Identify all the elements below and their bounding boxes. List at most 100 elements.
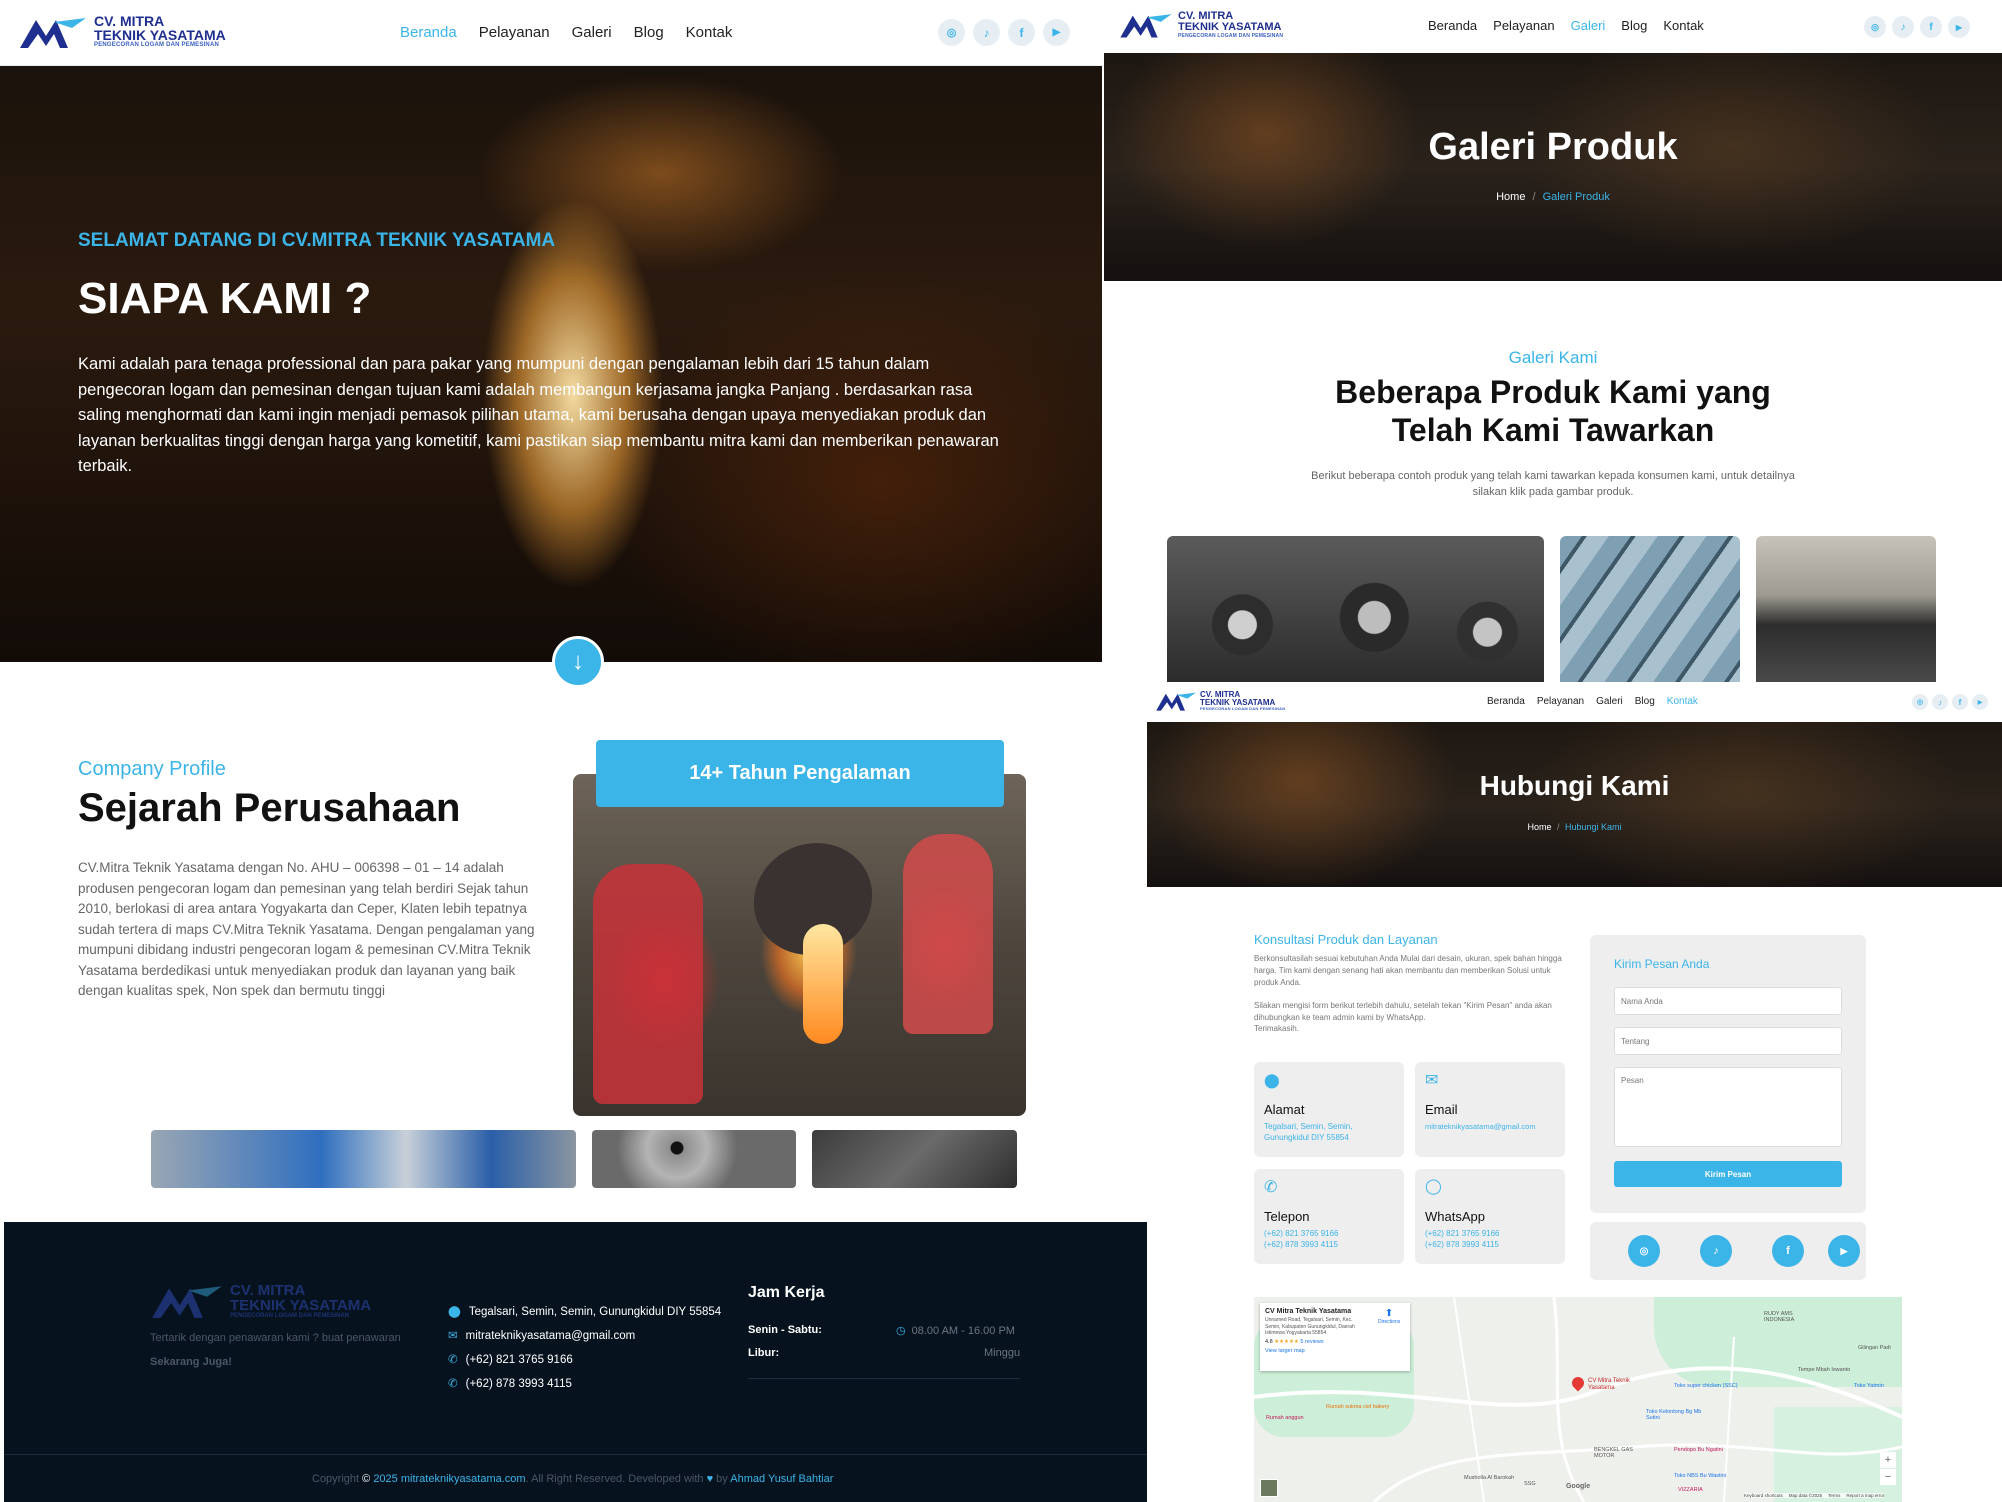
arrow-down-icon: ↓	[572, 648, 584, 675]
youtube-icon[interactable]: ▶	[1948, 16, 1970, 38]
map-place-address: Unnamed Road, Tegalsari, Semin, Kec. Sem…	[1265, 1317, 1355, 1336]
youtube-icon[interactable]: ▶	[1043, 19, 1070, 46]
gallery-logo-mark	[1120, 14, 1172, 38]
google-map[interactable]: CV Mitra Teknik Yasatama Unnamed Road, T…	[1254, 1297, 1902, 1502]
workers-photo	[573, 774, 1026, 1116]
product-thumb-2[interactable]	[592, 1130, 796, 1188]
email-link[interactable]: mitrateknikyasatama@gmail.com	[1425, 1122, 1536, 1131]
nav-galeri[interactable]: Galeri	[1571, 18, 1606, 33]
map-footer: Keyboard shortcuts Map data ©2025 Terms …	[1744, 1493, 1885, 1498]
consult-text-3: Terimakasih.	[1254, 1024, 1299, 1033]
footer-tagline: Tertarik dengan penawaran kami ? buat pe…	[150, 1332, 401, 1344]
gallery-product-1[interactable]	[1167, 536, 1544, 684]
heart-icon: ♥	[706, 1473, 714, 1485]
footer-contact-list: ⬤ Tegalsari, Semin, Semin, Gunungkidul DI…	[448, 1300, 721, 1396]
nav-beranda[interactable]: Beranda	[1487, 696, 1525, 707]
mail-icon: ✉	[448, 1330, 458, 1342]
nav-beranda[interactable]: Beranda	[400, 24, 457, 41]
nav-kontak[interactable]: Kontak	[1663, 18, 1703, 33]
footer-phone-2[interactable]: (+62) 878 3993 4115	[466, 1378, 572, 1390]
contact-logo-mark	[1156, 692, 1196, 711]
zoom-in-button[interactable]: +	[1880, 1452, 1896, 1468]
nav-pelayanan[interactable]: Pelayanan	[479, 24, 550, 41]
nav-beranda[interactable]: Beranda	[1428, 18, 1477, 33]
hero-section: SELAMAT DATANG DI CV.MITRA TEKNIK YASATA…	[0, 66, 1102, 662]
youtube-icon[interactable]: ▶	[1972, 694, 1988, 710]
footer-address: Tegalsari, Semin, Semin, Gunungkidul DIY…	[468, 1306, 722, 1318]
message-textarea[interactable]: Pesan	[1614, 1067, 1842, 1147]
footer-email[interactable]: mitrateknikyasatama@gmail.com	[466, 1330, 636, 1342]
subject-input[interactable]: Tentang	[1614, 1027, 1842, 1055]
footer-hours-1: 08.00 AM - 16.00 PM	[911, 1325, 1015, 1337]
copyright-site-link[interactable]: mitrateknikyasatama.com	[401, 1473, 526, 1485]
phone-icon: ✆	[448, 1354, 458, 1366]
nav-kontak[interactable]: Kontak	[686, 24, 733, 41]
contact-banner-title: Hubungi Kami	[1479, 770, 1670, 801]
product-thumb-3[interactable]	[812, 1130, 1017, 1188]
nav-galeri[interactable]: Galeri	[572, 24, 612, 41]
facebook-icon[interactable]: f	[1008, 19, 1035, 46]
instagram-icon[interactable]: ◎	[938, 19, 965, 46]
contact-brand-logo[interactable]: CV. MITRA TEKNIK YASATAMA PENGECORAN LOG…	[1155, 690, 1285, 712]
directions-button[interactable]: ⬆ Directions	[1378, 1308, 1400, 1325]
breadcrumb-current: Hubungi Kami	[1565, 822, 1622, 832]
instagram-icon[interactable]: ◎	[1628, 1235, 1660, 1267]
contact-breadcrumb: Home / Hubungi Kami	[1527, 822, 1622, 832]
gallery-banner-title: Galeri Produk	[1428, 126, 1678, 168]
map-pin-icon: ⬤	[448, 1306, 461, 1318]
footer-phone-1[interactable]: (+62) 821 3765 9166	[466, 1354, 573, 1366]
youtube-icon[interactable]: ▶	[1828, 1235, 1860, 1267]
brand-name-line1: CV. MITRA	[94, 13, 165, 30]
gallery-product-2[interactable]	[1560, 536, 1740, 684]
instagram-icon[interactable]: ◎	[1864, 16, 1886, 38]
view-larger-map-link[interactable]: View larger map	[1265, 1348, 1405, 1354]
gallery-page-screenshot: CV. MITRA TEKNIK YASATAMA PENGECORAN LOG…	[1104, 0, 2002, 684]
developer-link[interactable]: Ahmad Yusuf Bahtiar	[730, 1473, 833, 1485]
nav-blog[interactable]: Blog	[634, 24, 664, 41]
nav-blog[interactable]: Blog	[1621, 18, 1647, 33]
gallery-banner: Galeri Produk Home / Galeri Produk	[1104, 53, 2002, 281]
product-thumb-1[interactable]	[151, 1130, 576, 1188]
breadcrumb-home[interactable]: Home	[1496, 191, 1525, 203]
name-input[interactable]: Nama Anda	[1614, 987, 1842, 1015]
hours-divider	[748, 1378, 1020, 1379]
gallery-product-3[interactable]	[1756, 536, 1936, 684]
scroll-down-button[interactable]: ↓	[552, 636, 604, 688]
instagram-icon[interactable]: ◎	[1912, 694, 1928, 710]
contact-menu: Beranda Pelayanan Galeri Blog Kontak	[1487, 696, 1698, 707]
mail-icon: ✉	[1425, 1072, 1439, 1089]
zoom-out-button[interactable]: −	[1880, 1469, 1896, 1485]
footer-tagline-bold: Sekarang Juga!	[150, 1356, 232, 1368]
submit-button[interactable]: Kirim Pesan	[1614, 1161, 1842, 1187]
nav-galeri[interactable]: Galeri	[1596, 696, 1623, 707]
breadcrumb-home[interactable]: Home	[1527, 822, 1551, 832]
gallery-title-1: Beberapa Produk Kami yang	[1335, 374, 1771, 410]
nav-pelayanan[interactable]: Pelayanan	[1537, 696, 1584, 707]
info-card-whatsapp: ◯ WhatsApp (+62) 821 3765 9166 (+62) 878…	[1415, 1169, 1565, 1264]
gallery-social-links: ◎ ♪ f ▶	[1864, 16, 1970, 38]
tiktok-icon[interactable]: ♪	[973, 19, 1000, 46]
info-card-email: ✉ Email mitrateknikyasatama@gmail.com	[1415, 1062, 1565, 1157]
contact-form-card: Kirim Pesan Anda Nama Anda Tentang Pesan…	[1590, 935, 1866, 1213]
brand-logo[interactable]: CV. MITRA TEKNIK YASATAMA PENGECORAN LOG…	[18, 14, 226, 50]
facebook-icon[interactable]: f	[1920, 16, 1942, 38]
hero-kicker: SELAMAT DATANG DI CV.MITRA TEKNIK YASATA…	[78, 230, 556, 251]
facebook-icon[interactable]: f	[1952, 694, 1968, 710]
facebook-icon[interactable]: f	[1772, 1235, 1804, 1267]
nav-blog[interactable]: Blog	[1635, 696, 1655, 707]
brand-tagline: PENGECORAN LOGAM DAN PEMESINAN	[94, 42, 220, 49]
tiktok-icon[interactable]: ♪	[1892, 16, 1914, 38]
main-menu: Beranda Pelayanan Galeri Blog Kontak	[400, 24, 732, 41]
social-links: ◎ ♪ f ▶	[938, 19, 1070, 46]
nav-kontak[interactable]: Kontak	[1667, 696, 1698, 707]
map-layer-toggle[interactable]	[1260, 1479, 1278, 1497]
gallery-brand-logo[interactable]: CV. MITRA TEKNIK YASATAMA PENGECORAN LOG…	[1118, 11, 1283, 39]
footer-hours-2: Minggu	[984, 1347, 1021, 1359]
footer-divider	[4, 1454, 1147, 1455]
gallery-title-2: Telah Kami Tawarkan	[1391, 412, 1715, 448]
tiktok-icon[interactable]: ♪	[1932, 694, 1948, 710]
nav-pelayanan[interactable]: Pelayanan	[1493, 18, 1554, 33]
clock-icon: ◷	[896, 1325, 906, 1337]
gallery-breadcrumb: Home / Galeri Produk	[1496, 191, 1610, 203]
tiktok-icon[interactable]: ♪	[1700, 1235, 1732, 1267]
